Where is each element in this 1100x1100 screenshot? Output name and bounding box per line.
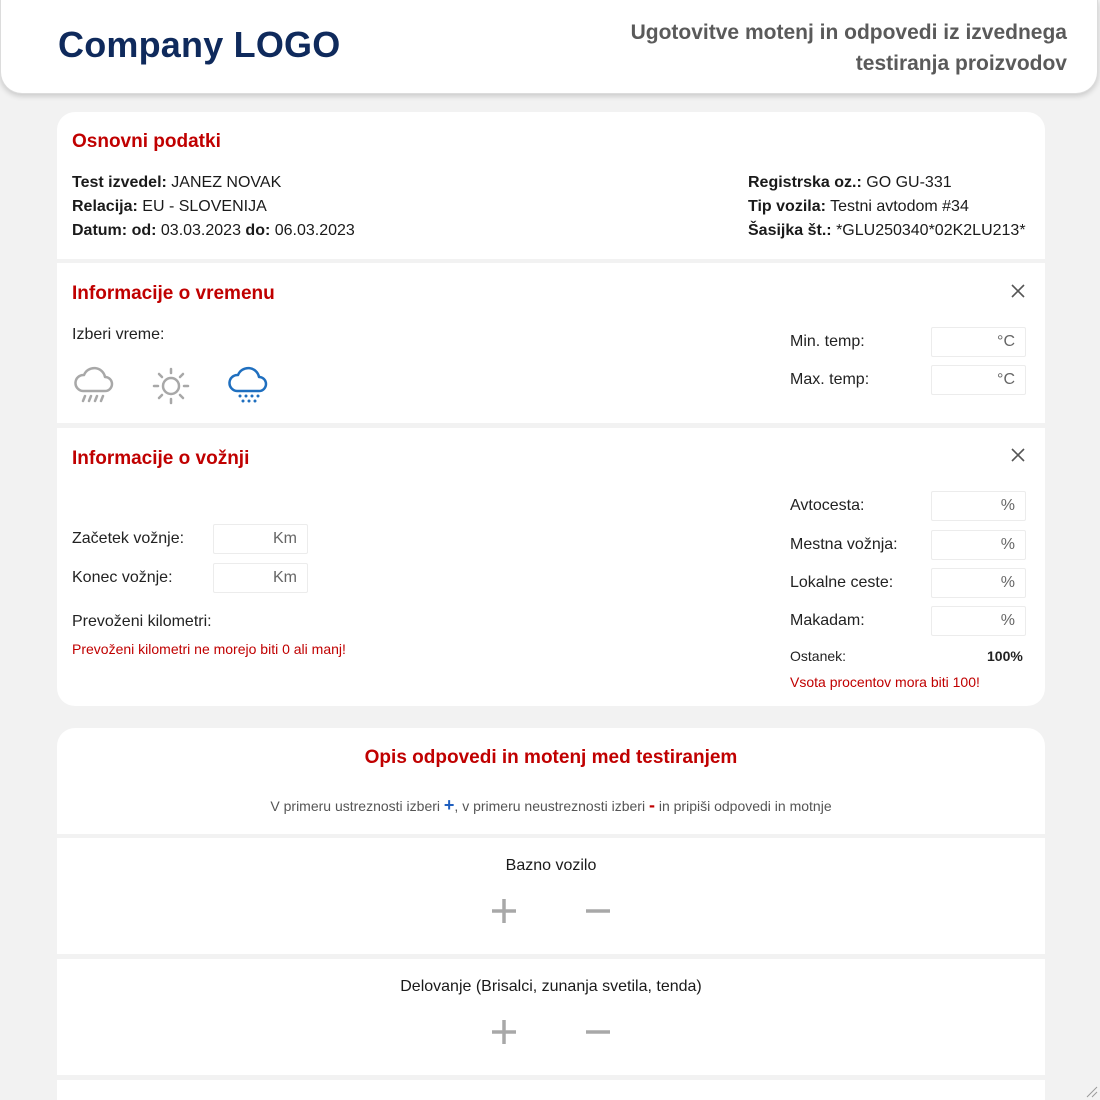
company-logo: Company LOGO	[58, 24, 341, 65]
vehicle-type-value: Testni avtodom #34	[830, 198, 969, 215]
min-temp-input[interactable]: °C	[931, 327, 1026, 357]
minus-icon[interactable]	[583, 1017, 613, 1047]
document-title: Ugotovitve motenj in odpovedi iz izvedne…	[630, 21, 1067, 75]
page-header: Company LOGO Ugotovitve motenj in odpove…	[0, 0, 1098, 94]
section-title-weather: Informacije o vremenu	[72, 283, 275, 304]
section-title-drive: Informacije o vožnji	[72, 448, 250, 469]
date-row: Datum: od: 03.03.2023 do: 06.03.2023	[72, 219, 355, 243]
local-roads-label: Lokalne ceste:	[790, 574, 894, 591]
vehicle-type-row: Tip vozila: Testni avtodom #34	[748, 195, 969, 219]
chassis-label: Šasijka št.:	[748, 222, 832, 239]
city-driving-label: Mestna vožnja:	[790, 536, 898, 553]
sun-icon[interactable]	[148, 363, 194, 409]
check-item-title: Delovanje (Brisalci, zunanja svetila, te…	[400, 978, 702, 995]
tester-value: JANEZ NOVAK	[171, 174, 282, 191]
drive-card: Informacije o vožnji Začetek vožnje: Km …	[57, 428, 1045, 706]
driven-km-error: Prevoženi kilometri ne morejo biti 0 ali…	[72, 641, 346, 657]
hint-minus-icon: -	[648, 795, 655, 815]
hint-text-middle: , v primeru neustreznosti izberi	[454, 798, 646, 814]
remainder-value: 100%	[987, 648, 1023, 664]
description-title: Opis odpovedi in motenj med testiranjem	[364, 747, 738, 768]
registration-value: GO GU-331	[866, 174, 952, 191]
max-temp-label: Max. temp:	[790, 371, 870, 388]
remainder-label: Ostanek:	[790, 648, 847, 664]
start-km-input[interactable]: Km	[213, 524, 308, 554]
check-item	[57, 1080, 1045, 1100]
date-from-label: od:	[131, 222, 157, 239]
close-icon[interactable]	[1007, 444, 1029, 466]
date-to-label: do:	[245, 222, 271, 239]
plus-icon[interactable]	[489, 896, 519, 926]
gravel-input[interactable]: %	[931, 606, 1026, 636]
relation-label: Relacija:	[72, 198, 138, 215]
hint-text-after: in pripiši odpovedi in motnje	[658, 798, 832, 814]
local-roads-input[interactable]: %	[931, 568, 1026, 598]
max-temp-input[interactable]: °C	[931, 365, 1026, 395]
tester-row: Test izvedel: JANEZ NOVAK	[72, 171, 281, 195]
highway-input[interactable]: %	[931, 491, 1026, 521]
rain-cloud-icon[interactable]	[71, 363, 117, 409]
date-label: Datum:	[72, 222, 128, 239]
check-item-title: Bazno vozilo	[505, 857, 597, 874]
date-to-value: 06.03.2023	[274, 222, 355, 239]
hint-plus-icon: +	[443, 795, 455, 815]
basic-info-card: Osnovni podatki Test izvedel: JANEZ NOVA…	[57, 112, 1045, 259]
resize-grip-icon[interactable]	[1084, 1084, 1098, 1098]
vehicle-type-label: Tip vozila:	[748, 198, 826, 215]
tester-label: Test izvedel:	[72, 174, 167, 191]
minus-icon[interactable]	[583, 896, 613, 926]
weather-card: Informacije o vremenu Izberi vreme: Min.…	[57, 263, 1045, 423]
snow-cloud-icon[interactable]	[225, 363, 271, 409]
date-from-value: 03.03.2023	[160, 222, 241, 239]
percent-sum-error: Vsota procentov mora biti 100!	[790, 674, 980, 690]
highway-label: Avtocesta:	[790, 497, 865, 514]
city-driving-input[interactable]: %	[931, 530, 1026, 560]
gravel-label: Makadam:	[790, 612, 865, 629]
min-temp-label: Min. temp:	[790, 333, 865, 350]
hint-text-before: V primeru ustreznosti izberi	[270, 798, 441, 814]
start-km-label: Začetek vožnje:	[72, 530, 185, 547]
check-item: Delovanje (Brisalci, zunanja svetila, te…	[57, 959, 1045, 1075]
chassis-row: Šasijka št.: *GLU250340*02K2LU213*	[748, 219, 1026, 243]
plus-icon[interactable]	[489, 1017, 519, 1047]
description-card: Opis odpovedi in motenj med testiranjem …	[57, 728, 1045, 834]
section-title-basic: Osnovni podatki	[72, 131, 221, 152]
registration-label: Registrska oz.:	[748, 174, 862, 191]
relation-value: EU - SLOVENIJA	[142, 198, 267, 215]
choose-weather-label: Izberi vreme:	[72, 326, 165, 343]
driven-km-label: Prevoženi kilometri:	[72, 613, 212, 630]
end-km-input[interactable]: Km	[213, 563, 308, 593]
end-km-label: Konec vožnje:	[72, 569, 173, 586]
description-hint: V primeru ustreznosti izberi +, v primer…	[57, 795, 1045, 816]
close-icon[interactable]	[1007, 280, 1029, 302]
chassis-value: *GLU250340*02K2LU213*	[836, 222, 1026, 239]
relation-row: Relacija: EU - SLOVENIJA	[72, 195, 267, 219]
check-item: Bazno vozilo	[57, 838, 1045, 954]
registration-row: Registrska oz.: GO GU-331	[748, 171, 952, 195]
